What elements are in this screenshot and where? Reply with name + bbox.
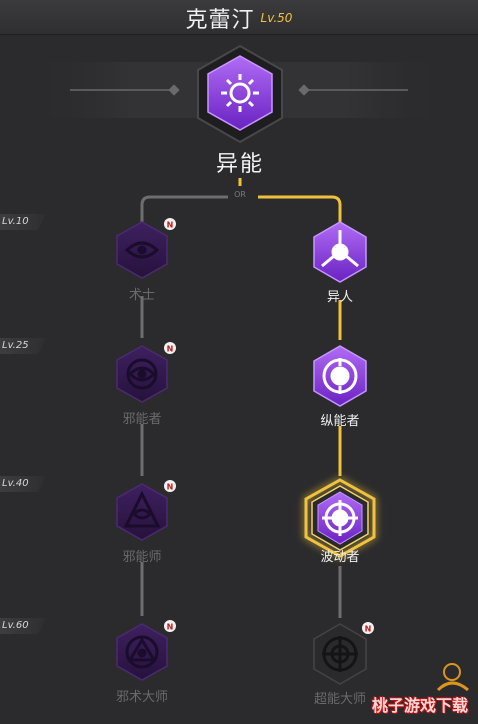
- new-badge: N: [164, 480, 176, 492]
- watermark-logo: [436, 663, 469, 692]
- new-badge: N: [164, 342, 176, 354]
- left-node-2-label: 邪能者: [122, 412, 162, 427]
- root-skill-node[interactable]: [197, 44, 283, 144]
- character-name: 克蕾汀: [185, 8, 255, 33]
- header-title: 克蕾汀 Lv.50: [0, 2, 478, 33]
- right-node-3-current[interactable]: [304, 478, 376, 558]
- new-badge: N: [164, 218, 176, 230]
- right-node-2[interactable]: [313, 345, 367, 407]
- svg-text:N: N: [167, 221, 174, 230]
- or-label: OR: [234, 190, 246, 199]
- skill-tree-graphics: N N N N N: [26, 44, 469, 692]
- left-node-4[interactable]: N: [116, 620, 176, 681]
- character-level: Lv.50: [260, 11, 293, 25]
- left-node-4-label: 邪术大师: [115, 690, 168, 705]
- svg-text:N: N: [167, 623, 174, 632]
- left-node-3-label: 邪能师: [122, 550, 162, 565]
- new-badge: N: [164, 620, 176, 632]
- svg-text:N: N: [167, 345, 174, 354]
- right-node-1[interactable]: [313, 221, 367, 283]
- right-node-3-label: 波动者: [320, 550, 360, 565]
- svg-text:N: N: [365, 625, 372, 634]
- right-node-4[interactable]: N: [313, 622, 374, 685]
- watermark-text: 桃子游戏下载: [372, 696, 469, 715]
- left-node-1-label: 术士: [128, 288, 155, 303]
- skill-tree-screen: N N N N N 克蕾汀 Lv.50 异能 OR Lv.10 Lv.25 Lv…: [0, 0, 478, 724]
- right-node-2-label: 纵能者: [320, 414, 360, 429]
- svg-text:N: N: [167, 483, 174, 492]
- left-node-1[interactable]: N: [116, 218, 176, 279]
- root-skill-label: 异能: [215, 152, 264, 177]
- right-node-1-label: 异人: [326, 290, 353, 305]
- left-node-3[interactable]: N: [116, 480, 176, 541]
- left-node-2[interactable]: N: [116, 342, 176, 403]
- new-badge: N: [362, 622, 374, 634]
- header-bar: 克蕾汀 Lv.50: [0, 0, 478, 35]
- connector-root-split: [140, 178, 342, 222]
